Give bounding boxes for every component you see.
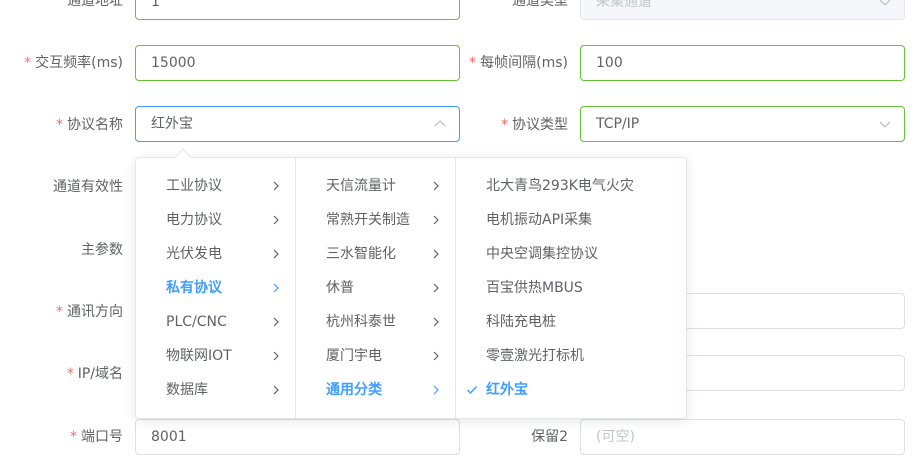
cascader-item-label: 电力协议 [166, 212, 222, 228]
cascader-level1-item[interactable]: 私有协议 [136, 271, 295, 305]
cascader-item-label: 工业协议 [166, 178, 222, 194]
channel-type-value: 采集通道 [596, 0, 652, 10]
chevron-down-icon [879, 0, 891, 6]
cascader-level1-item[interactable]: PLC/CNC [136, 305, 295, 339]
ip-domain-label: * IP/域名 [66, 366, 123, 382]
cascader-item-label: 科陆充电桩 [486, 314, 556, 330]
chevron-up-icon [434, 120, 446, 127]
chevron-right-icon [273, 385, 279, 395]
interaction-freq-label-text: 交互频率(ms) [35, 55, 123, 71]
comm-direction-label: * 通讯方向 [56, 304, 123, 320]
protocol-name-label-text: 协议名称 [67, 117, 123, 133]
check-icon [467, 386, 478, 395]
protocol-name-cascader[interactable]: 红外宝 [135, 106, 460, 142]
cascader-item-label: 三水智能化 [326, 246, 396, 262]
protocol-name-value: 红外宝 [151, 116, 193, 132]
channel-address-label: 通道地址 [67, 0, 123, 9]
cascader-menu-level3: 北大青鸟293K电气火灾 电机振动API采集 中央空调集控协议 百宝供热MBUS 科陆充… [456, 158, 686, 418]
channel-address-input[interactable]: 1 [135, 0, 460, 20]
cascader-level1-item[interactable]: 数据库 [136, 373, 295, 407]
cascader-item-label: 休普 [326, 280, 354, 296]
chevron-right-icon [433, 317, 439, 327]
cascader-menu-level1: 工业协议电力协议光伏发电私有协议 PLC/CNC 物联网IOT 数据库 [136, 158, 296, 418]
chevron-right-icon [273, 249, 279, 259]
cascader-level3-item[interactable]: 零壹激光打标机 [456, 339, 686, 373]
cascader-level2-item[interactable]: 休普 [296, 271, 455, 305]
cascader-level3-item[interactable]: 百宝供热MBUS [456, 271, 686, 305]
chevron-right-icon [273, 351, 279, 361]
cascader-level1-item[interactable]: 光伏发电 [136, 237, 295, 271]
cascader-item-label: 常熟开关制造 [326, 212, 410, 228]
chevron-right-icon [273, 215, 279, 225]
chevron-right-icon [433, 249, 439, 259]
cascader-item-label: 私有协议 [166, 280, 222, 296]
cascader-level1-item[interactable]: 工业协议 [136, 169, 295, 203]
cascader-level3-item[interactable]: 中央空调集控协议 [456, 237, 686, 271]
cascader-level1-item[interactable]: 电力协议 [136, 203, 295, 237]
protocol-type-value: TCP/IP [596, 116, 640, 132]
cascader-level3-item[interactable]: 北大青鸟293K电气火灾 [456, 169, 686, 203]
port-label: * 端口号 [70, 429, 123, 445]
frame-interval-label-text: 每帧间隔(ms) [480, 55, 568, 71]
channel-validity-label: 通道有效性 [53, 179, 123, 195]
chevron-right-icon [273, 283, 279, 293]
cascader-item-label: 厦门宇电 [326, 348, 382, 364]
cascader-item-label: 通用分类 [326, 382, 382, 398]
chevron-right-icon [433, 283, 439, 293]
cascader-item-label: 电机振动API采集 [486, 212, 593, 228]
cascader-level2-item[interactable]: 三水智能化 [296, 237, 455, 271]
reserved2-placeholder: (可空) [596, 429, 635, 445]
cascader-dropdown: 工业协议电力协议光伏发电私有协议 PLC/CNC 物联网IOT 数据库 天信流量计常熟… [135, 157, 687, 419]
chevron-right-icon [273, 317, 279, 327]
cascader-item-label: 中央空调集控协议 [486, 246, 598, 262]
port-label-text: 端口号 [81, 429, 123, 445]
reserved2-input[interactable]: (可空) [580, 419, 905, 455]
port-input[interactable]: 8001 [135, 419, 460, 455]
cascader-level2-item[interactable]: 常熟开关制造 [296, 203, 455, 237]
cascader-level3-item[interactable]: 红外宝 [456, 373, 686, 407]
protocol-type-label: * 协议类型 [501, 117, 568, 133]
cascader-item-label: 百宝供热MBUS [486, 280, 583, 296]
interaction-freq-input[interactable]: 15000 [135, 45, 460, 81]
protocol-type-label-text: 协议类型 [512, 117, 568, 133]
chevron-right-icon [433, 181, 439, 191]
interaction-freq-label: * 交互频率(ms) [24, 55, 123, 71]
chevron-right-icon [433, 351, 439, 361]
cascader-item-label: 天信流量计 [326, 178, 396, 194]
cascader-item-label: 物联网IOT [166, 348, 232, 364]
chevron-right-icon [273, 181, 279, 191]
comm-direction-label-text: 通讯方向 [67, 304, 123, 320]
cascader-level2-item[interactable]: 天信流量计 [296, 169, 455, 203]
ip-domain-label-text: IP/域名 [77, 366, 123, 382]
protocol-type-select[interactable]: TCP/IP [580, 106, 905, 142]
cascader-item-label: 杭州科泰世 [326, 314, 396, 330]
cascader-level3-item[interactable]: 科陆充电桩 [456, 305, 686, 339]
channel-type-select[interactable]: 采集通道 [580, 0, 905, 20]
cascader-menu-level2: 天信流量计常熟开关制造 三水智能化休普杭州科泰世厦门宇电通用分类 [296, 158, 456, 418]
cascader-item-label: PLC/CNC [166, 314, 227, 330]
chevron-down-icon [879, 121, 891, 128]
cascader-level3-item[interactable]: 电机振动API采集 [456, 203, 686, 237]
reserved2-label: 保留2 [531, 429, 568, 445]
frame-interval-input[interactable]: 100 [580, 45, 905, 81]
cascader-item-label: 零壹激光打标机 [486, 348, 584, 364]
cascader-item-label: 北大青鸟293K电气火灾 [486, 178, 634, 194]
cascader-item-label: 光伏发电 [166, 246, 222, 262]
cascader-level2-item[interactable]: 杭州科泰世 [296, 305, 455, 339]
channel-type-label: 通道类型 [512, 0, 568, 9]
frame-interval-label: * 每帧间隔(ms) [469, 55, 568, 71]
main-params-label: 主参数 [81, 242, 123, 258]
cascader-level1-item[interactable]: 物联网IOT [136, 339, 295, 373]
cascader-item-label: 数据库 [166, 382, 208, 398]
protocol-name-label: * 协议名称 [56, 117, 123, 133]
chevron-right-icon [433, 215, 439, 225]
cascader-level2-item[interactable]: 通用分类 [296, 373, 455, 407]
cascader-level2-item[interactable]: 厦门宇电 [296, 339, 455, 373]
chevron-right-icon [433, 385, 439, 395]
cascader-item-label: 红外宝 [486, 382, 528, 398]
